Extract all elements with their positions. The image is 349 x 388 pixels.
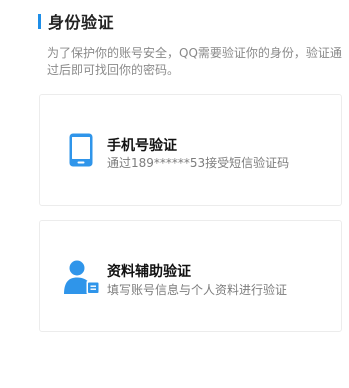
phone-verification-subtitle: 通过189******53接受短信验证码	[107, 156, 290, 170]
user-profile-card-icon	[64, 259, 100, 299]
section-header: 身份验证	[38, 9, 114, 33]
verification-description: 为了保护你的账号安全，QQ需要验证你的身份，验证通过后即可找回你的密码。	[47, 46, 342, 77]
page-title: 身份验证	[48, 13, 115, 32]
header-accent-bar	[38, 13, 41, 29]
profile-verification-option[interactable]: 资料辅助验证 填写账号信息与个人资料进行验证	[39, 220, 342, 332]
profile-verification-title: 资料辅助验证	[107, 264, 191, 280]
phone-verification-title: 手机号验证	[107, 138, 177, 154]
mobile-phone-icon	[69, 133, 93, 171]
profile-verification-subtitle: 填写账号信息与个人资料进行验证	[107, 283, 288, 297]
identity-verification-page: 身份验证 为了保护你的账号安全，QQ需要验证你的身份，验证通过后即可找回你的密码…	[0, 0, 349, 388]
phone-verification-option[interactable]: 手机号验证 通过189******53接受短信验证码	[39, 94, 342, 206]
